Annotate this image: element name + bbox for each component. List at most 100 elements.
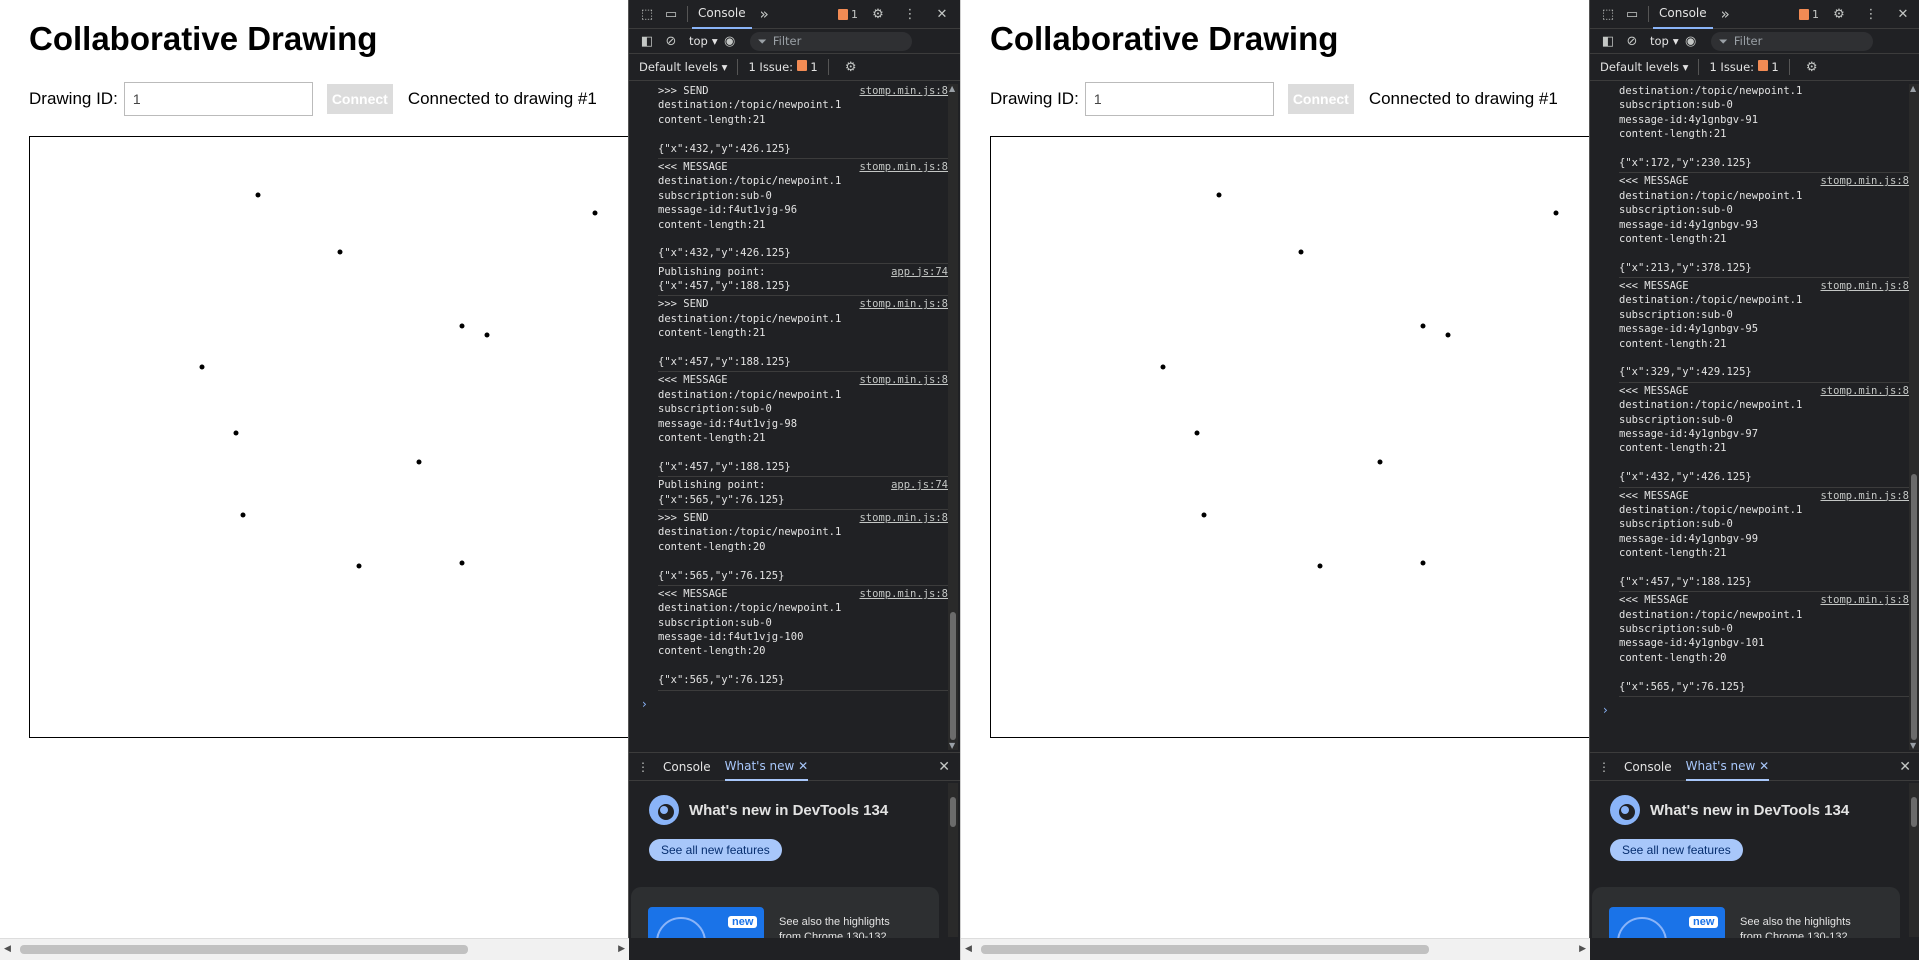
whatsnew-title: What's new in DevTools 134 <box>1650 801 1850 819</box>
inspect-element-icon[interactable]: ⬚ <box>1596 2 1620 26</box>
drawer-menu-icon[interactable]: ⋮ <box>637 760 649 774</box>
device-toolbar-icon[interactable]: ▭ <box>1620 2 1644 26</box>
filter-input[interactable]: ⏷ Filter <box>749 31 912 51</box>
sidebar-toggle-icon[interactable]: ◧ <box>635 29 659 53</box>
console-scrollbar[interactable]: ▲ ▼ <box>948 84 958 750</box>
see-all-features-button[interactable]: See all new features <box>649 839 782 861</box>
more-tabs-icon[interactable]: » <box>1721 5 1730 23</box>
drawer-tab-whatsnew[interactable]: What's new ✕ <box>724 753 809 781</box>
scroll-down-arrow-icon[interactable]: ▼ <box>1910 741 1916 750</box>
console-source-link[interactable]: stomp.min.js:8 <box>859 160 948 174</box>
scroll-right-arrow-icon[interactable]: ▶ <box>618 943 625 954</box>
context-select[interactable]: top ▾ <box>1650 34 1679 48</box>
console-source-link[interactable]: stomp.min.js:8 <box>859 511 948 525</box>
console-prompt[interactable]: › <box>1603 703 1919 717</box>
issues-link[interactable]: 1 Issue: 1 <box>748 60 818 74</box>
console-source-link[interactable]: stomp.min.js:8 <box>1820 174 1909 188</box>
hscroll-thumb[interactable] <box>20 945 468 954</box>
console-source-link[interactable]: stomp.min.js:8 <box>859 587 948 601</box>
scroll-thumb[interactable] <box>950 612 956 740</box>
close-drawer-icon[interactable]: ✕ <box>1899 759 1911 775</box>
console-message-line: content-length:21 <box>1619 337 1727 350</box>
tab-console[interactable]: Console <box>692 0 752 29</box>
context-select[interactable]: top ▾ <box>689 34 718 48</box>
drawer-tab-console[interactable]: Console <box>663 753 711 781</box>
console-message-line: destination:/topic/newpoint.1 <box>658 388 842 401</box>
highlights-card[interactable]: new See also the highlights from Chrome 1… <box>631 887 939 938</box>
close-drawer-icon[interactable]: ✕ <box>938 759 950 775</box>
scroll-right-arrow-icon[interactable]: ▶ <box>1579 943 1586 954</box>
inspect-element-icon[interactable]: ⬚ <box>635 2 659 26</box>
console-source-link[interactable]: stomp.min.js:8 <box>1820 384 1909 398</box>
console-source-link[interactable]: stomp.min.js:8 <box>1820 593 1909 607</box>
console-message-line <box>658 341 948 355</box>
console-settings-gear-icon[interactable]: ⚙ <box>1800 55 1824 79</box>
scroll-left-arrow-icon[interactable]: ◀ <box>965 943 972 954</box>
console-prompt[interactable]: › <box>642 697 960 711</box>
close-devtools-icon[interactable]: ✕ <box>930 3 954 27</box>
page-horizontal-scrollbar[interactable]: ◀ ▶ <box>961 938 1590 960</box>
clear-console-icon[interactable]: ⊘ <box>659 29 683 53</box>
page-horizontal-scrollbar[interactable]: ◀ ▶ <box>0 938 629 960</box>
scroll-thumb[interactable] <box>1911 474 1917 740</box>
sidebar-toggle-icon[interactable]: ◧ <box>1596 29 1620 53</box>
console-source-link[interactable]: app.js:74 <box>891 478 948 492</box>
chrome-logo-icon <box>1610 795 1640 825</box>
scroll-down-arrow-icon[interactable]: ▼ <box>949 741 955 750</box>
drawer-scroll-thumb[interactable] <box>950 797 956 827</box>
settings-gear-icon[interactable]: ⚙ <box>866 3 890 27</box>
console-settings-gear-icon[interactable]: ⚙ <box>839 55 863 79</box>
hscroll-thumb[interactable] <box>981 945 1429 954</box>
console-source-link[interactable]: stomp.min.js:8 <box>859 373 948 387</box>
drawer-tab-whatsnew[interactable]: What's new ✕ <box>1685 753 1770 781</box>
close-tab-icon[interactable]: ✕ <box>798 759 808 773</box>
drawing-id-input[interactable]: 1 <box>1084 82 1274 116</box>
more-tabs-icon[interactable]: » <box>760 5 769 23</box>
close-devtools-icon[interactable]: ✕ <box>1891 3 1915 27</box>
connect-button[interactable]: Connect <box>1287 84 1354 114</box>
close-tab-icon[interactable]: ✕ <box>1759 759 1769 773</box>
console-message: <<< MESSAGE destination:/topic/newpoint.1… <box>658 159 948 264</box>
drawer-tab-whatsnew-label: What's new <box>724 758 795 773</box>
console-source-link[interactable]: stomp.min.js:8 <box>859 84 948 98</box>
issues-badge[interactable]: 1 <box>838 8 858 21</box>
drawer-scrollbar[interactable] <box>948 783 958 937</box>
log-levels-select[interactable]: Default levels ▾ <box>1600 60 1688 74</box>
console-source-link[interactable]: stomp.min.js:8 <box>859 297 948 311</box>
drawing-id-value: 1 <box>132 91 141 107</box>
issues-link[interactable]: 1 Issue: 1 <box>1709 60 1779 74</box>
canvas-point <box>484 332 490 338</box>
drawer-scroll-thumb[interactable] <box>1911 797 1917 827</box>
see-all-features-button[interactable]: See all new features <box>1610 839 1743 861</box>
console-source-link[interactable]: stomp.min.js:8 <box>1820 489 1909 503</box>
clear-console-icon[interactable]: ⊘ <box>1620 29 1644 53</box>
scroll-up-arrow-icon[interactable]: ▲ <box>1910 84 1916 93</box>
settings-gear-icon[interactable]: ⚙ <box>1827 3 1851 27</box>
console-scrollbar[interactable]: ▲ ▼ <box>1909 84 1919 750</box>
issues-badge[interactable]: 1 <box>1799 8 1819 21</box>
canvas-point <box>416 459 422 465</box>
console-message-line: content-length:21 <box>1619 232 1727 245</box>
filter-input[interactable]: ⏷ Filter <box>1710 31 1873 51</box>
scroll-up-arrow-icon[interactable]: ▲ <box>949 84 955 93</box>
log-levels-select[interactable]: Default levels ▾ <box>639 60 727 74</box>
drawing-canvas[interactable] <box>29 136 628 738</box>
scroll-left-arrow-icon[interactable]: ◀ <box>4 943 11 954</box>
console-source-link[interactable]: stomp.min.js:8 <box>1820 279 1909 293</box>
drawer-menu-icon[interactable]: ⋮ <box>1598 760 1610 774</box>
connect-button[interactable]: Connect <box>326 84 393 114</box>
tab-console[interactable]: Console <box>1653 0 1713 29</box>
drawing-canvas[interactable] <box>990 136 1589 738</box>
drawer-scrollbar[interactable] <box>1909 783 1919 937</box>
device-toolbar-icon[interactable]: ▭ <box>659 2 683 26</box>
console-message-line: subscription:sub-0 <box>658 189 772 202</box>
live-expression-eye-icon[interactable]: ◉ <box>1679 29 1703 53</box>
drawing-id-input[interactable]: 1 <box>123 82 313 116</box>
more-options-icon[interactable]: ⋮ <box>898 3 922 27</box>
more-options-icon[interactable]: ⋮ <box>1859 3 1883 27</box>
console-message-line: content-length:21 <box>658 327 766 340</box>
drawer-tab-console[interactable]: Console <box>1624 753 1672 781</box>
live-expression-eye-icon[interactable]: ◉ <box>718 29 742 53</box>
highlights-card[interactable]: new See also the highlights from Chrome 1… <box>1592 887 1900 938</box>
console-source-link[interactable]: app.js:74 <box>891 265 948 279</box>
